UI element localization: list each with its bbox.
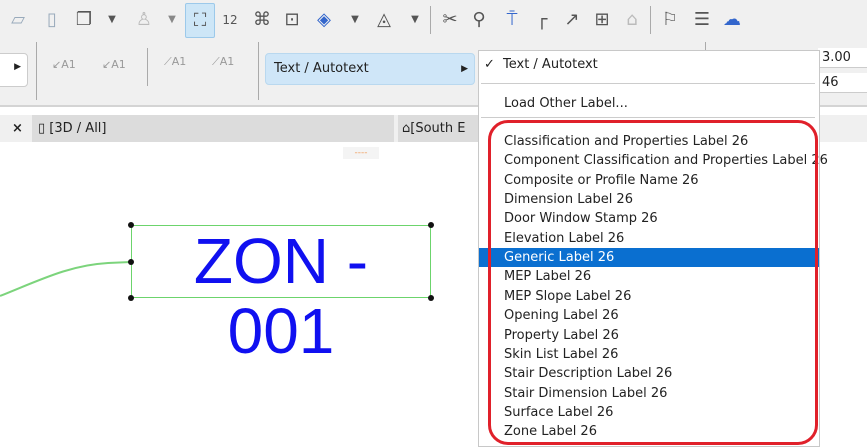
cloud-icon[interactable]: ☁	[720, 8, 744, 32]
label-style-icon-4[interactable]: ⟋A1	[212, 55, 234, 69]
label-tool-icon[interactable]: ⛶	[185, 3, 215, 38]
zone-label[interactable]: ZON - 001	[131, 225, 431, 366]
value-field-1[interactable]: 3.00	[818, 48, 867, 68]
flag-list-icon[interactable]: ☰	[690, 8, 714, 32]
menu-item-label-type[interactable]: Surface Label 26	[479, 403, 819, 422]
resize-icon[interactable]: ⊞	[590, 8, 614, 32]
menu-item-load-other-label[interactable]: Load Other Label...	[479, 93, 819, 115]
selection-handle[interactable]	[128, 222, 134, 228]
chevron-down-icon[interactable]: ▼	[160, 8, 184, 32]
menu-item-label-type[interactable]: Zone Label 26	[479, 422, 819, 441]
menu-item-label-type[interactable]: Opening Label 26	[479, 306, 819, 325]
drag-handle[interactable]: ----	[343, 147, 379, 159]
menu-item-label: Text / Autotext	[503, 57, 598, 72]
menu-item-label-type[interactable]: Dimension Label 26	[479, 190, 819, 209]
menu-item-text-autotext[interactable]: ✓ Text / Autotext	[479, 54, 819, 76]
menu-item-label-type[interactable]: Elevation Label 26	[479, 229, 819, 248]
curve-icon[interactable]: ↗	[560, 8, 584, 32]
tab-south-elevation[interactable]: ⌂[South E	[398, 115, 488, 142]
zone-label-text: ZON - 001	[193, 225, 369, 367]
group-icon[interactable]: ⊡	[280, 8, 304, 32]
separator	[430, 6, 431, 34]
menu-item-label-type[interactable]: Stair Dimension Label 26	[479, 384, 819, 403]
label-style-icon-3[interactable]: ⟋A1	[164, 55, 186, 69]
menu-item-label-type[interactable]: MEP Label 26	[479, 267, 819, 286]
shape-icon[interactable]: ◬	[372, 8, 396, 32]
value-field-2[interactable]: 46	[818, 73, 867, 93]
split-icon[interactable]: ✂	[438, 8, 462, 32]
arrow-right-icon: ▶	[461, 64, 468, 74]
selection-handle[interactable]	[428, 295, 434, 301]
flag-icon[interactable]: ⚐	[658, 8, 682, 32]
menu-item-label-type[interactable]: Composite or Profile Name 26	[479, 171, 819, 190]
menu-item-label-type[interactable]: Classification and Properties Label 26	[479, 132, 819, 151]
separator	[258, 42, 259, 100]
checkmark-icon: ✓	[484, 57, 495, 72]
menu-item-label-type[interactable]: Generic Label 26	[479, 248, 819, 268]
adjust-icon[interactable]: ⚲	[467, 8, 491, 32]
roof-icon[interactable]: ⌂	[620, 8, 644, 32]
selection-handle[interactable]	[128, 295, 134, 301]
separator	[650, 6, 651, 34]
selection-handle[interactable]	[128, 259, 134, 265]
menu-item-label-type[interactable]: Component Classification and Properties …	[479, 151, 828, 170]
offset-icon[interactable]: ┌	[530, 8, 554, 32]
chevron-down-icon[interactable]: ▼	[403, 8, 427, 32]
menu-item-label-type[interactable]: Stair Description Label 26	[479, 364, 819, 383]
chevron-down-icon[interactable]: ▼	[343, 8, 367, 32]
menu-item-label-type[interactable]: MEP Slope Label 26	[479, 287, 819, 306]
menu-separator	[481, 83, 815, 84]
menu-separator	[481, 117, 815, 118]
elevate-icon[interactable]: ⍑	[500, 8, 524, 32]
zone-icon[interactable]: ⌘	[250, 8, 274, 32]
menu-item-label-type[interactable]: Skin List Label 26	[479, 345, 819, 364]
menu-item-label-type[interactable]: Property Label 26	[479, 326, 819, 345]
label-type-button[interactable]: Text / Autotext ▶	[265, 53, 475, 85]
label-type-text: Text / Autotext	[274, 61, 369, 76]
tab-label: [South E	[410, 121, 466, 136]
separator	[147, 48, 148, 86]
label-pointer-line	[0, 261, 132, 297]
dimension-icon[interactable]: 12	[218, 8, 242, 32]
menu-item-label-type[interactable]: Door Window Stamp 26	[479, 209, 819, 228]
selection-handle[interactable]	[428, 222, 434, 228]
label-type-menu: ✓ Text / Autotext Load Other Label... Cla…	[478, 50, 828, 447]
fill-icon[interactable]: ◈	[312, 8, 336, 32]
